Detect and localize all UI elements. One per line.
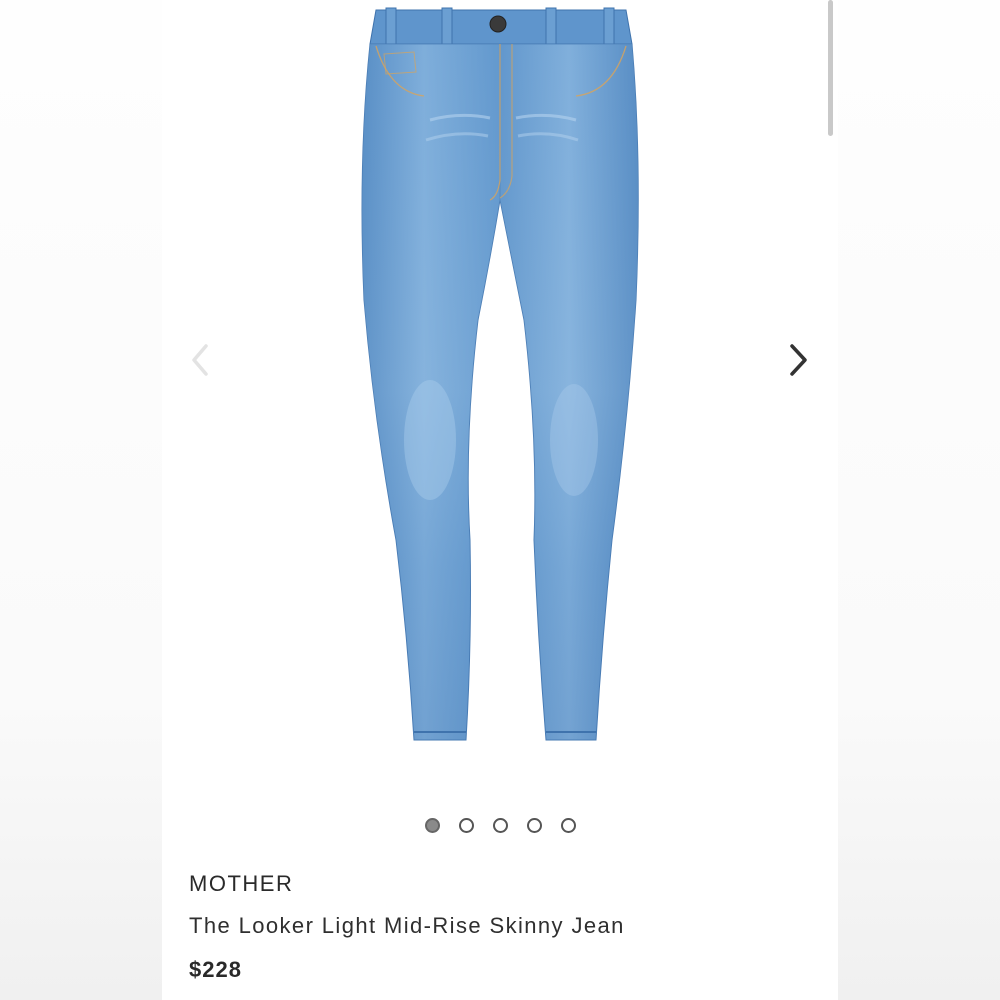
carousel-dot[interactable] [458,818,474,833]
carousel-dot[interactable] [492,818,508,833]
product-image[interactable] [350,0,650,750]
chevron-left-icon[interactable] [182,340,222,380]
product-brand[interactable]: MOTHER [189,871,293,897]
background-right [838,0,1000,1000]
product-name[interactable]: The Looker Light Mid-Rise Skinny Jean [189,913,625,939]
product-price: $228 [189,957,242,982]
carousel-dot[interactable] [560,818,576,833]
carousel-dot[interactable] [424,818,440,833]
image-carousel[interactable] [162,0,838,800]
carousel-dot[interactable] [526,818,542,833]
carousel-pagination [162,818,838,838]
background-left [0,0,162,1000]
chevron-right-icon[interactable] [778,340,818,380]
